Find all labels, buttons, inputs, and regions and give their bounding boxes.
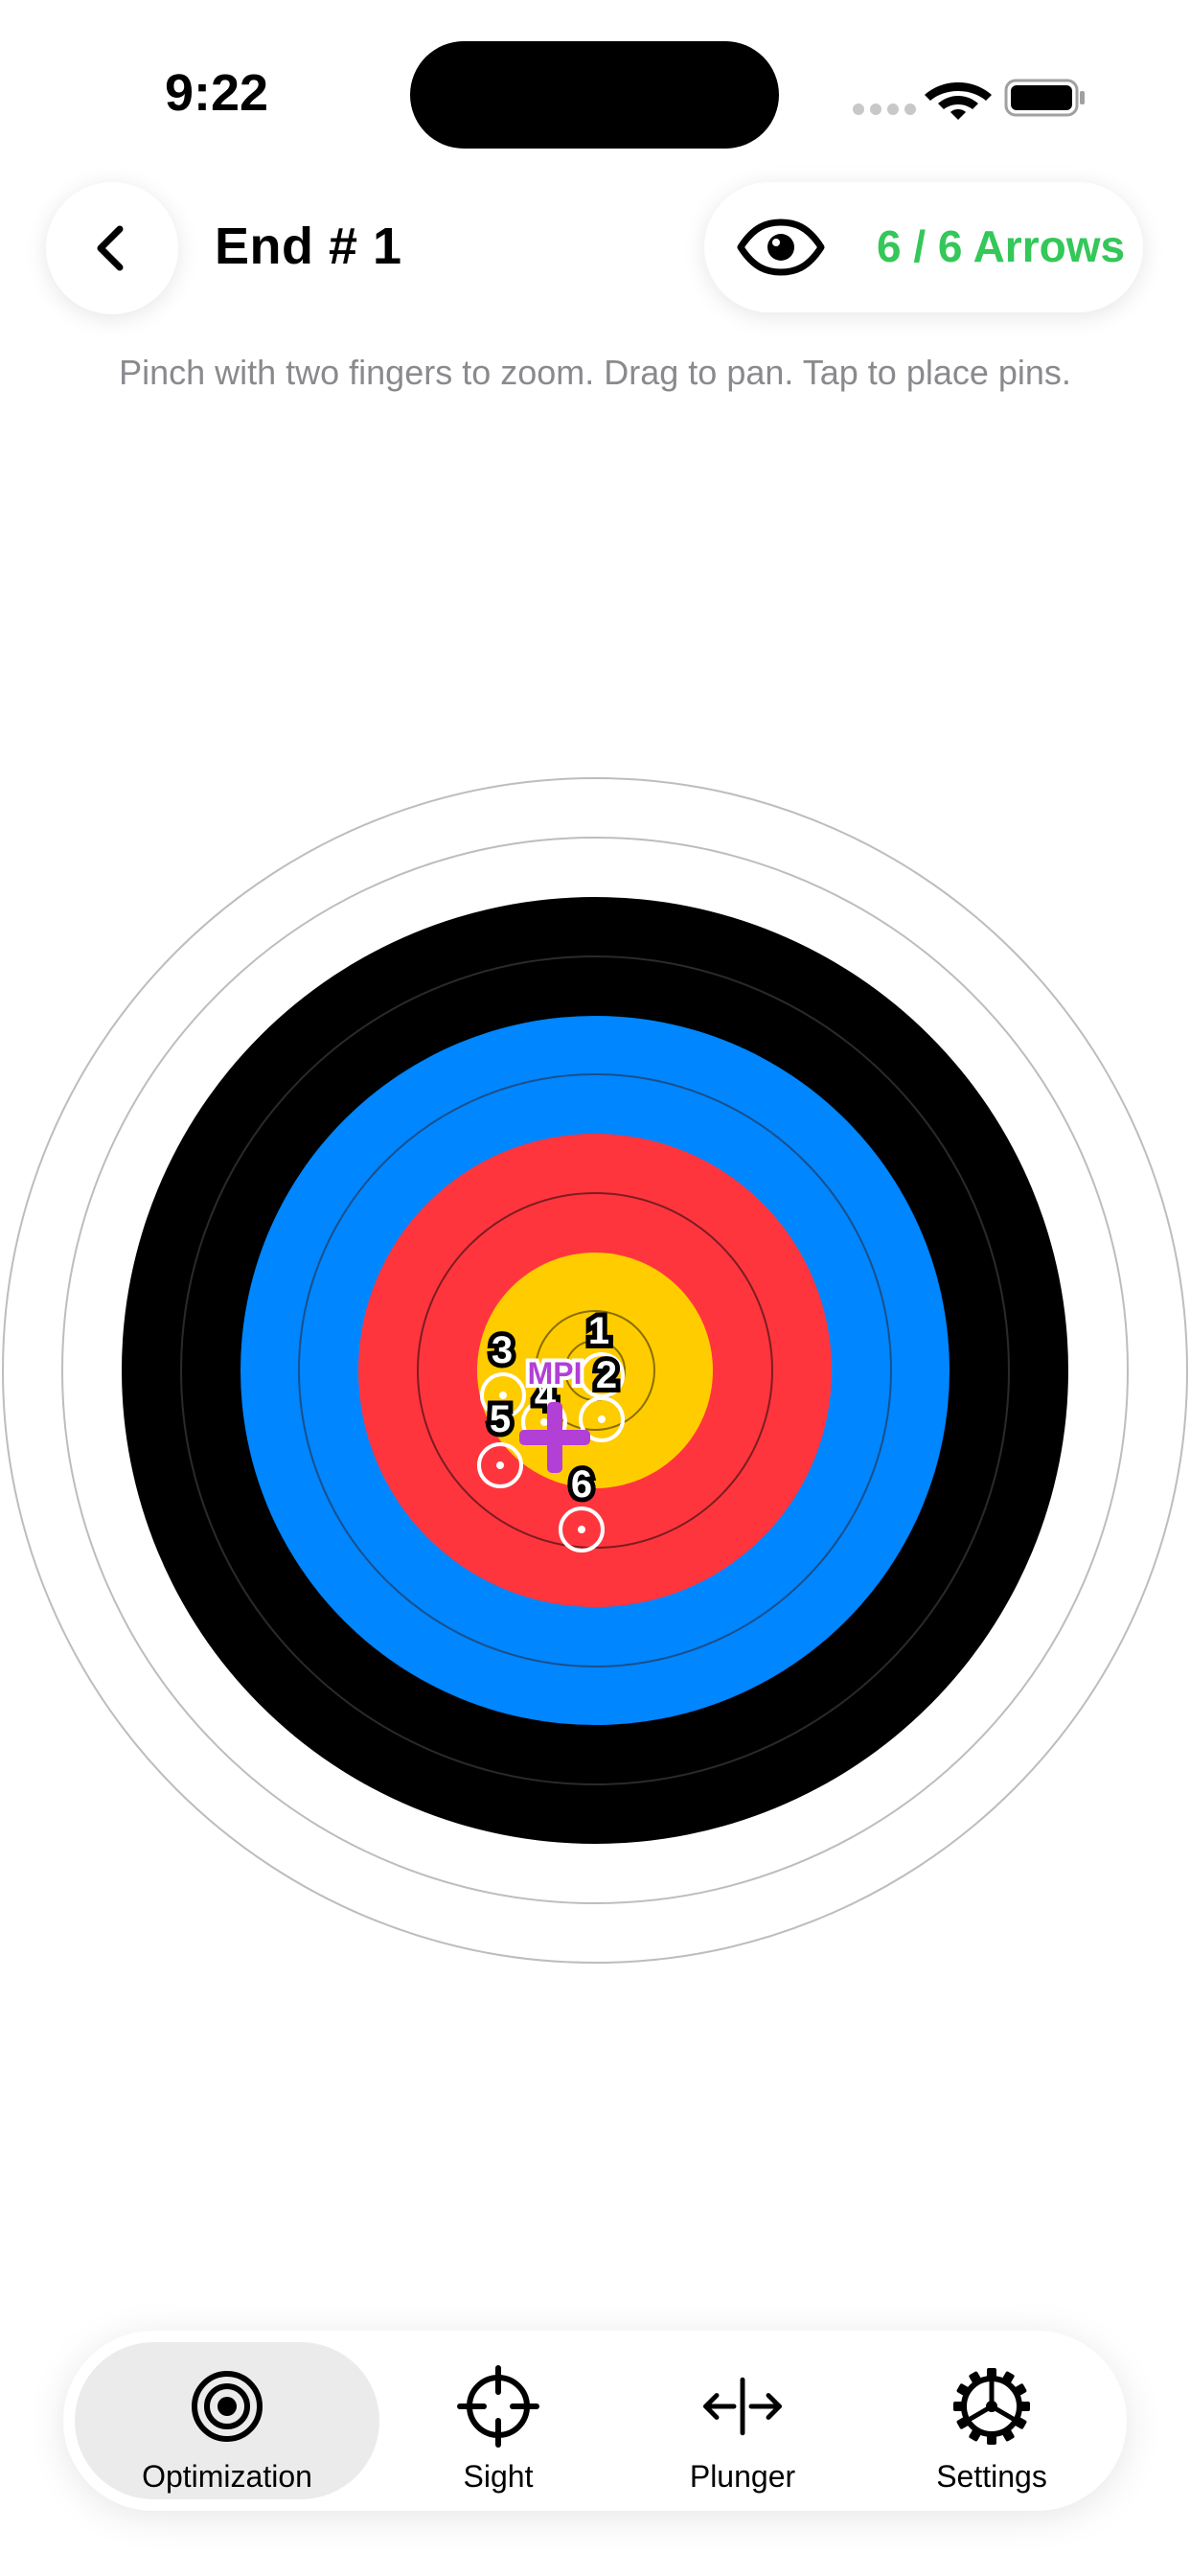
- tab-sight[interactable]: Sight: [379, 2342, 617, 2499]
- status-time: 9:22: [165, 64, 269, 122]
- tab-label-optimization: Optimization: [142, 2459, 312, 2494]
- dynamic-island: [410, 41, 779, 149]
- arrow-label-3: 3: [492, 1329, 513, 1371]
- wifi-icon: [925, 82, 992, 120]
- hint-text: Pinch with two fingers to zoom. Drag to …: [119, 353, 1071, 392]
- plunger-arrows-icon: [699, 2363, 786, 2450]
- tab-label-settings: Settings: [936, 2459, 1047, 2494]
- mpi-label: MPI: [528, 1356, 583, 1391]
- chevron-left-icon: [97, 225, 124, 271]
- arrow-label-5: 5: [490, 1398, 511, 1440]
- arrow-status-pill: 6 / 6 Arrows: [704, 182, 1143, 312]
- battery-icon: [1004, 79, 1085, 117]
- status-icons: [853, 79, 1085, 120]
- arrow-count: 6 / 6 Arrows: [877, 221, 1126, 271]
- cellular-signal-icon: [853, 104, 916, 115]
- crosshair-icon: [455, 2363, 541, 2450]
- tab-plunger[interactable]: Plunger: [617, 2342, 868, 2499]
- page-title: End # 1: [215, 218, 402, 275]
- tab-label-sight: Sight: [463, 2459, 534, 2494]
- tab-label-plunger: Plunger: [689, 2459, 796, 2494]
- screen: 9:22 End # 1 6 / 6 Arrows Pinch with two…: [0, 0, 1190, 2576]
- arrow-label-1: 1: [588, 1310, 609, 1352]
- target-icon: [184, 2363, 270, 2450]
- gear-icon: [949, 2363, 1035, 2450]
- arrow-label-6: 6: [571, 1463, 592, 1506]
- eye-icon: [737, 218, 825, 276]
- target-face[interactable]: 1 2 3 4 5 6 MPI: [0, 757, 1190, 1984]
- arrow-label-2: 2: [596, 1354, 617, 1396]
- back-button[interactable]: [46, 182, 178, 314]
- toggle-visibility-button[interactable]: [723, 201, 838, 293]
- tab-bar: Optimization Sight Plunger Settings: [63, 2331, 1127, 2511]
- tab-settings[interactable]: Settings: [868, 2342, 1115, 2499]
- tab-optimization[interactable]: Optimization: [75, 2342, 379, 2499]
